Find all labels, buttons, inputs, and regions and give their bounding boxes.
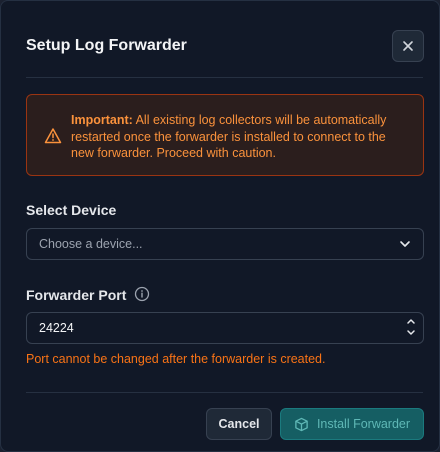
install-forwarder-button[interactable]: Install Forwarder — [280, 408, 424, 440]
stepper-down-icon[interactable] — [405, 327, 417, 339]
port-hint: Port cannot be changed after the forward… — [26, 352, 326, 366]
device-select-placeholder: Choose a device... — [39, 237, 143, 251]
dialog-title: Setup Log Forwarder — [26, 37, 187, 54]
device-select[interactable]: Choose a device... — [26, 228, 424, 260]
chevron-down-icon — [400, 241, 410, 247]
alert-strong-label: Important: — [71, 113, 133, 127]
alert-message: Important: All existing log collectors w… — [71, 112, 411, 162]
stepper-up-icon[interactable] — [405, 315, 417, 327]
port-stepper[interactable] — [405, 315, 417, 341]
footer-divider — [26, 392, 423, 393]
header-divider — [26, 77, 423, 78]
close-button[interactable] — [392, 30, 424, 62]
info-icon[interactable] — [134, 286, 150, 302]
install-forwarder-label: Install Forwarder — [316, 417, 411, 431]
warning-alert: Important: All existing log collectors w… — [26, 94, 424, 176]
forwarder-port-input[interactable]: 24224 — [26, 312, 424, 344]
warning-triangle-icon — [44, 128, 62, 144]
forwarder-port-value: 24224 — [39, 321, 74, 335]
cancel-button[interactable]: Cancel — [206, 408, 272, 440]
package-icon — [295, 417, 308, 431]
forwarder-port-label: Forwarder Port — [26, 287, 127, 303]
select-device-label: Select Device — [26, 202, 117, 218]
setup-log-forwarder-dialog: Setup Log Forwarder Important: All exist… — [0, 0, 440, 452]
close-icon — [403, 41, 413, 51]
